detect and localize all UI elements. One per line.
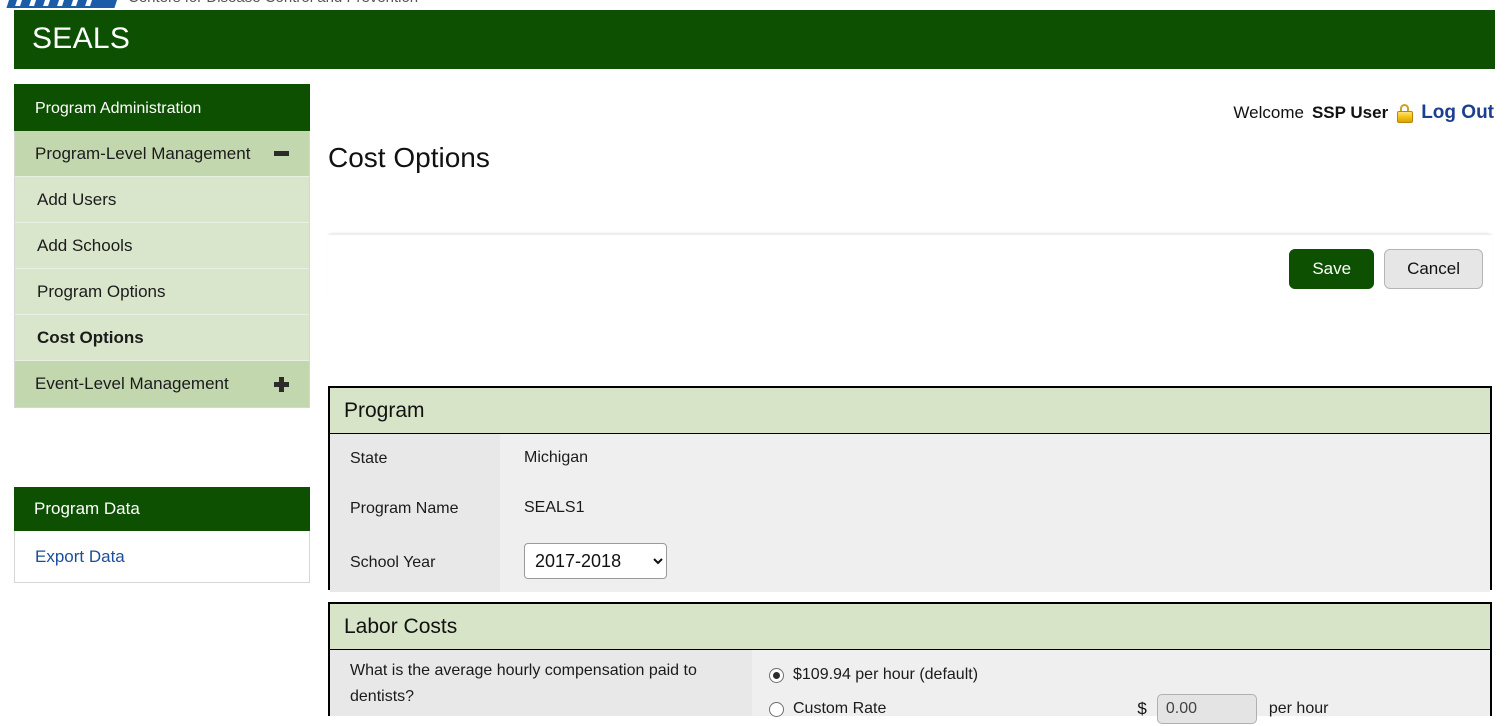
program-data-body: Export Data (14, 531, 310, 583)
program-row-program-name: Program Name SEALS1 (330, 484, 1490, 534)
state-value: Michigan (500, 434, 1490, 484)
custom-rate-label: Custom Rate (793, 700, 886, 718)
cancel-button[interactable]: Cancel (1384, 249, 1483, 289)
minus-icon[interactable] (274, 151, 289, 156)
program-row-state: State Michigan (330, 434, 1490, 484)
program-data-block: Program Data Export Data (14, 487, 310, 583)
sidebar-nav-block: Program-Level Management Add Users Add S… (14, 131, 310, 408)
state-label: State (330, 434, 500, 484)
program-panel: Program State Michigan Program Name SEAL… (328, 386, 1492, 590)
default-rate-radio[interactable] (769, 668, 784, 683)
export-data-link[interactable]: Export Data (35, 547, 125, 567)
default-rate-option[interactable]: $109.94 per hour (default) (769, 658, 1490, 692)
labor-costs-panel-title: Labor Costs (330, 604, 1490, 650)
labor-options: $109.94 per hour (default) Custom Rate $… (752, 650, 1490, 716)
sidebar-item-cost-options[interactable]: Cost Options (15, 315, 309, 361)
sidebar-item-add-users[interactable]: Add Users (15, 177, 309, 223)
main-content: Cost Options Save Cancel Program State M… (328, 84, 1492, 174)
default-rate-label: $109.94 per hour (default) (793, 666, 978, 684)
sidebar-group-program-level-management[interactable]: Program-Level Management (15, 131, 309, 177)
per-hour-label: per hour (1269, 700, 1329, 718)
sidebar-item-add-schools[interactable]: Add Schools (15, 223, 309, 269)
program-name-label: Program Name (330, 484, 500, 534)
sidebar-group-label: Event-Level Management (35, 361, 229, 407)
custom-rate-option[interactable]: Custom Rate $ per hour (769, 692, 1490, 726)
sidebar-item-program-options[interactable]: Program Options (15, 269, 309, 315)
sidebar-header-program-administration: Program Administration (14, 84, 310, 131)
labor-costs-row: What is the average hourly compensation … (330, 650, 1490, 716)
school-year-select[interactable]: 2017-20182016-20172018-2019 (524, 543, 667, 579)
program-name-value: SEALS1 (500, 484, 1490, 534)
save-button[interactable]: Save (1289, 249, 1374, 289)
school-year-label: School Year (330, 534, 500, 592)
custom-rate-radio[interactable] (769, 702, 784, 717)
app-header: SEALS (14, 10, 1495, 69)
sidebar-header-program-data: Program Data (14, 487, 310, 531)
currency-symbol: $ (1137, 699, 1146, 719)
sidebar-group-event-level-management[interactable]: Event-Level Management (15, 361, 309, 407)
labor-costs-panel: Labor Costs What is the average hourly c… (328, 602, 1492, 716)
app-title: SEALS (32, 22, 130, 56)
plus-icon[interactable] (274, 377, 289, 392)
banner-text: Centers for Disease Control and Preventi… (128, 0, 418, 6)
action-toolbar: Save Cancel (328, 234, 1492, 302)
program-panel-title: Program (330, 388, 1490, 434)
sidebar: Program Administration Program-Level Man… (14, 84, 310, 408)
labor-question-label: What is the average hourly compensation … (330, 650, 752, 716)
logo-stripes-icon (12, 0, 116, 6)
school-year-value: 2017-20182016-20172018-2019 (500, 534, 1490, 592)
custom-rate-input[interactable] (1157, 694, 1257, 724)
sidebar-group-label: Program-Level Management (35, 131, 250, 177)
program-row-school-year: School Year 2017-20182016-20172018-2019 (330, 534, 1490, 592)
page-title: Cost Options (328, 142, 1492, 174)
